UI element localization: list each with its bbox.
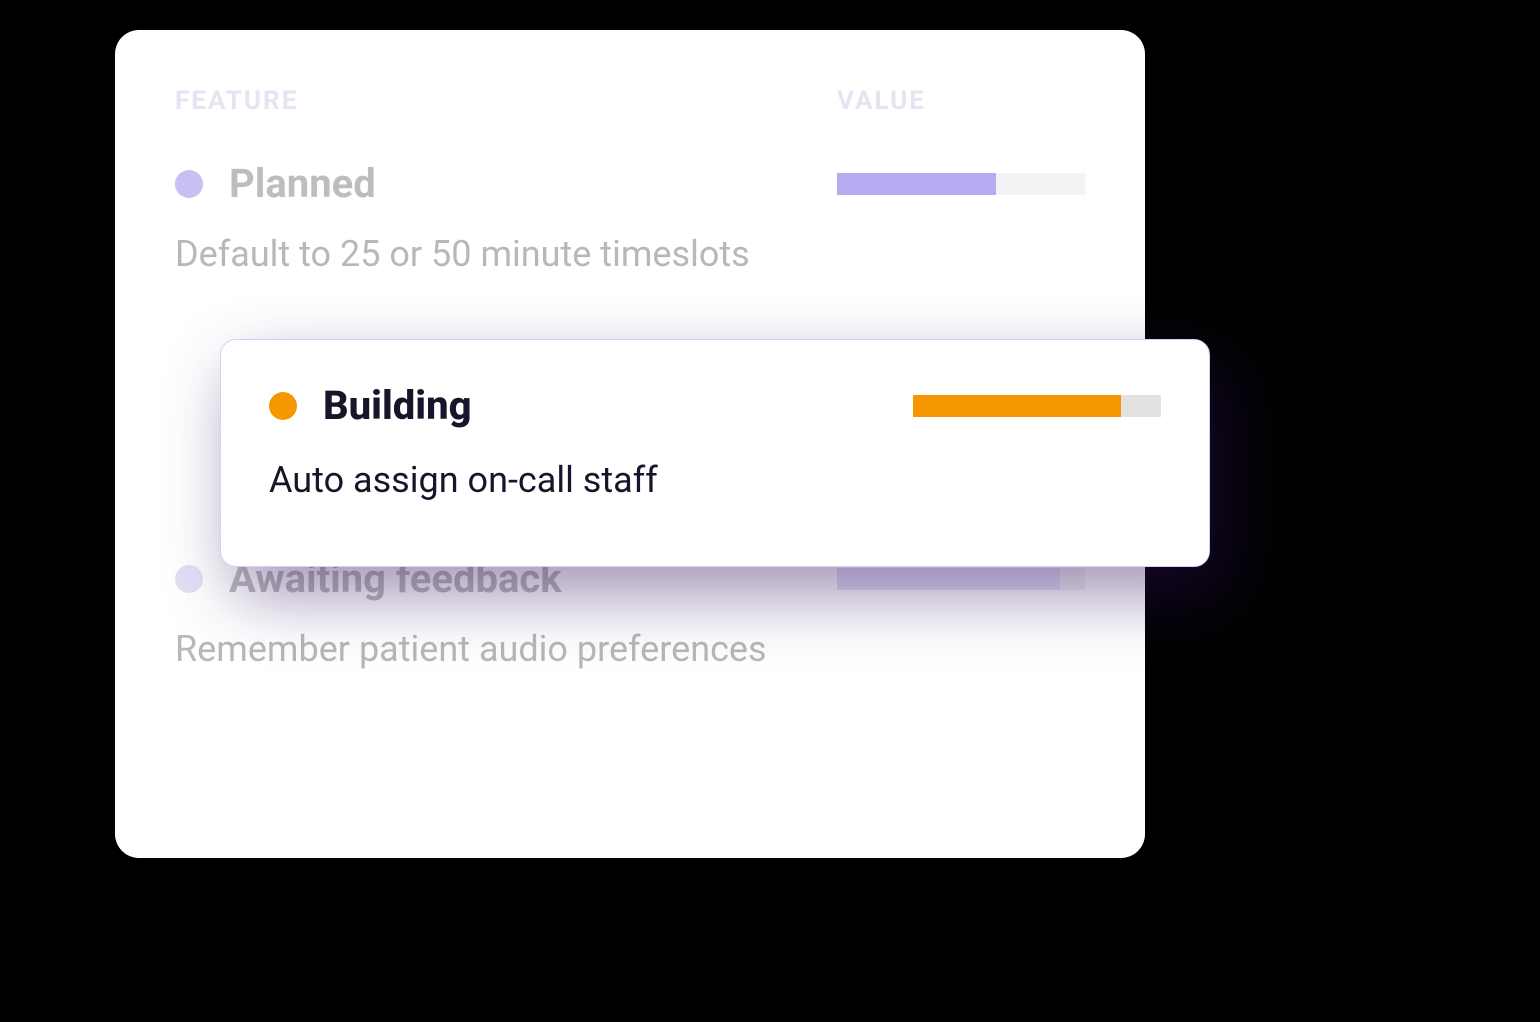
value-bar	[837, 173, 1085, 195]
value-bar-fill	[837, 568, 1060, 590]
feature-row-building-highlight[interactable]: Building Auto assign on-call staff	[220, 339, 1210, 567]
feature-description: Remember patient audio preferences	[175, 628, 1085, 670]
feature-description: Auto assign on-call staff	[269, 459, 1161, 501]
feature-row-planned[interactable]: Planned Default to 25 or 50 minute times…	[175, 160, 1085, 275]
status-dot-icon	[175, 170, 203, 198]
table-headers: FEATURE VALUE	[175, 86, 1085, 116]
feature-row-awaiting-feedback[interactable]: Awaiting feedback Remember patient audio…	[175, 555, 1085, 670]
status-dot-icon	[269, 392, 297, 420]
value-bar	[837, 568, 1085, 590]
value-bar-fill	[913, 395, 1121, 417]
status-label: Building	[323, 382, 472, 429]
column-header-feature: FEATURE	[175, 86, 298, 116]
feature-description: Default to 25 or 50 minute timeslots	[175, 233, 1085, 275]
status-dot-icon	[175, 565, 203, 593]
value-bar	[913, 395, 1161, 417]
column-header-value: VALUE	[837, 86, 1085, 116]
status-label: Planned	[229, 160, 376, 207]
value-bar-fill	[837, 173, 996, 195]
